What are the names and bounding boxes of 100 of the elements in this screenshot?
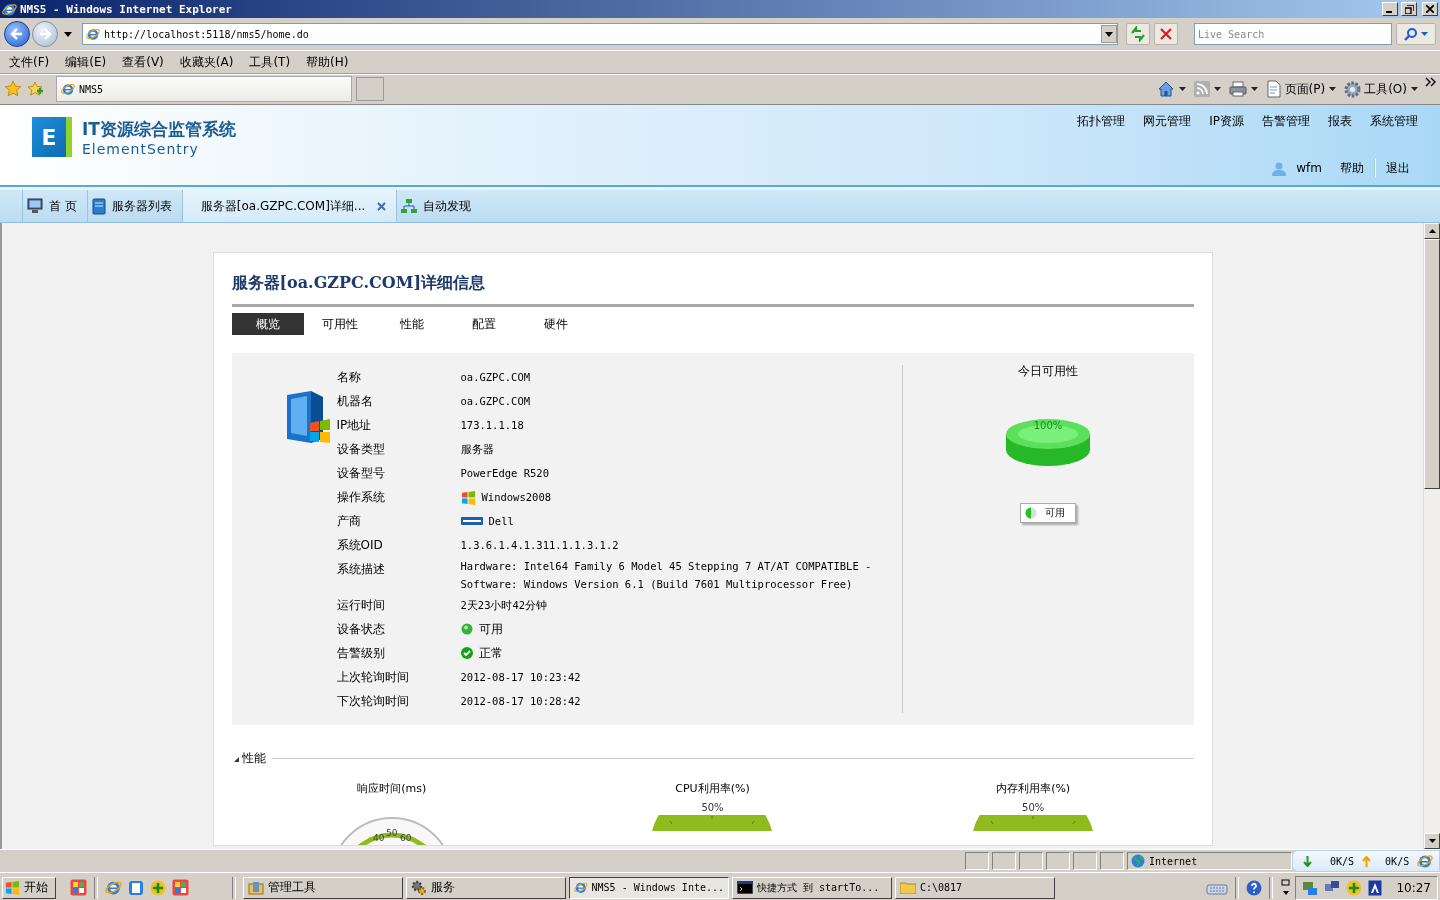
field-label: 设备型号 [336, 464, 386, 482]
status-pane [992, 852, 1016, 870]
home-icon[interactable] [1156, 80, 1175, 98]
nav-link[interactable]: 报表 [1328, 113, 1352, 130]
search-icon [1404, 27, 1418, 41]
gauge-title: CPU利用率(%) [675, 781, 750, 796]
pie-label: 100% [1032, 420, 1064, 431]
plus-icon[interactable] [1346, 879, 1363, 896]
clock: 10:27 [1396, 880, 1431, 895]
dropdown-button[interactable] [1101, 25, 1117, 43]
detail-tab[interactable]: 配置 [447, 313, 520, 335]
upload-speed: 0K/S [1385, 855, 1410, 867]
menu-item[interactable]: 帮助(H) [299, 51, 356, 73]
restore-button[interactable] [1401, 2, 1417, 16]
menu-item[interactable]: 查看(V) [115, 51, 171, 73]
printer-icon[interactable] [1228, 81, 1247, 97]
minimize-button[interactable] [1382, 2, 1398, 16]
refresh-button[interactable] [1126, 23, 1150, 45]
search-field[interactable]: Live Search [1194, 23, 1392, 45]
nav-link[interactable]: 拓扑管理 [1077, 113, 1126, 130]
gauge-title: 响应时间(ms) [357, 781, 427, 796]
nav-link[interactable]: 网元管理 [1143, 113, 1192, 130]
network-icon[interactable] [1302, 879, 1319, 896]
app-title: IT资源综合监管系统 [82, 117, 236, 141]
scroll-up-icon[interactable] [1428, 229, 1436, 233]
taskbar-button[interactable]: 管理工具 [243, 876, 403, 899]
nav-link[interactable]: 系统管理 [1370, 113, 1418, 130]
page-tab[interactable]: 自动发现 [396, 190, 482, 222]
legend-label: 可用 [1045, 506, 1065, 520]
back-arrow-icon [10, 27, 24, 41]
windows-icon[interactable] [1280, 878, 1293, 897]
detail-tab[interactable]: 性能 [375, 313, 448, 335]
menu-item[interactable]: 工具(T) [242, 51, 298, 73]
shield-icon[interactable] [1368, 879, 1383, 896]
field-value: 1.3.6.1.4.1.311.1.1.3.1.2 [460, 538, 619, 553]
star-icon[interactable] [4, 80, 22, 98]
tiles-icon[interactable] [70, 879, 87, 896]
tools-menu-button[interactable]: 工具(O) [1344, 80, 1407, 98]
close-button[interactable] [1422, 2, 1438, 16]
page-tab[interactable]: 首 页 [22, 190, 87, 222]
caret-icon[interactable] [1329, 87, 1337, 91]
field-label: 系统描述 [336, 560, 386, 578]
close-icon[interactable] [377, 201, 387, 211]
windows-flag-icon [5, 880, 20, 895]
tab-label: 首 页 [49, 197, 77, 215]
caret-icon[interactable] [1213, 87, 1221, 91]
field-label: 运行时间 [336, 596, 386, 614]
start-button[interactable]: 开始 [2, 876, 56, 899]
tab-label: 服务器列表 [111, 197, 172, 215]
detail-tab[interactable]: 硬件 [519, 313, 592, 335]
field-label: 告警级别 [336, 644, 386, 662]
page-tab[interactable]: 服务器列表 [86, 190, 182, 222]
page-menu-button[interactable]: 页面(P) [1265, 80, 1326, 98]
gear-icon [411, 879, 427, 896]
tiles-icon[interactable] [172, 879, 189, 896]
stop-button[interactable] [1154, 23, 1178, 45]
status-pane [1046, 852, 1070, 870]
menu-item[interactable]: 收藏夹(A) [172, 51, 241, 73]
gauge-reading: 50% [1022, 802, 1045, 815]
server-icon [91, 197, 106, 215]
detail-tab[interactable]: 可用性 [303, 313, 376, 335]
caret-icon[interactable] [64, 31, 72, 37]
scroll-down-icon[interactable] [1428, 839, 1436, 843]
taskbar-button[interactable]: 服务 [406, 876, 566, 899]
caret-icon[interactable] [1411, 87, 1418, 91]
user-name[interactable]: wfm [1296, 161, 1322, 175]
monitor-icon [27, 198, 43, 214]
help-icon[interactable] [1246, 879, 1263, 896]
field-value: 173.1.1.18 [460, 418, 524, 433]
taskbar-button[interactable]: C:\0817 [895, 876, 1055, 899]
folder-icon [900, 881, 916, 894]
caret-icon[interactable] [1178, 87, 1186, 91]
status-dot-icon [460, 623, 473, 635]
field-value: Hardware: Intel64 Family 6 Model 45 Stepping 7 AT/AT COMPATIBLE - Software: Windows Version 6.1 (Build 7601 Multiprocessor Free) [460, 559, 873, 592]
ie-icon [1417, 853, 1434, 869]
back-button[interactable] [4, 21, 30, 47]
taskbar-button[interactable]: NMS5 - Windows Inte... [569, 876, 729, 899]
taskbar-button[interactable]: 快捷方式 到 startTo... [732, 876, 892, 899]
scrollbar[interactable] [1423, 223, 1440, 849]
menu-item[interactable]: 文件(F) [2, 51, 57, 73]
address-field[interactable]: http://localhost:5118/nms5/home.do [82, 23, 1118, 45]
page-tab[interactable]: 服务器[oa.GZPC.COM]详细... [181, 190, 397, 222]
browser-tab[interactable]: NMS5 [56, 76, 352, 102]
page-icon [86, 27, 100, 41]
nav-link[interactable]: 告警管理 [1262, 113, 1310, 130]
help-link[interactable]: 帮助 [1340, 159, 1364, 177]
status-pane [965, 852, 989, 870]
document-icon[interactable] [128, 879, 144, 896]
plus-icon[interactable] [150, 879, 166, 896]
logout-link[interactable]: 退出 [1386, 159, 1410, 177]
search-button[interactable] [1396, 23, 1436, 45]
nav-link[interactable]: IP资源 [1209, 113, 1244, 130]
menu-item[interactable]: 编辑(E) [58, 51, 114, 73]
caret-icon[interactable] [1250, 87, 1258, 91]
forward-arrow-icon [38, 27, 52, 41]
field-value: Dell [488, 514, 514, 529]
detail-tab[interactable]: 概览 [231, 313, 304, 335]
console-icon [737, 881, 753, 894]
gauge-reading: 50% [701, 802, 724, 815]
caret-icon [1421, 32, 1428, 36]
